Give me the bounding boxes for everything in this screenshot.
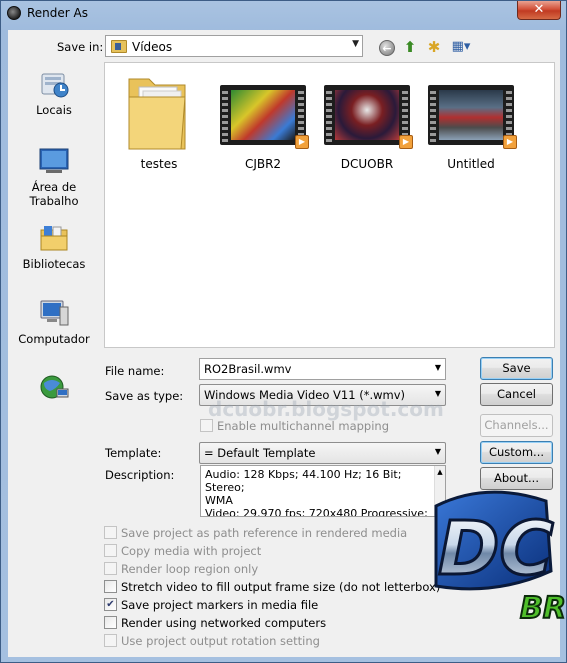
file-list[interactable]: testes ▶ CJBR2 ▶ DCUOBR ▶ Untitled [104, 62, 555, 348]
checkbox-box[interactable] [104, 580, 117, 593]
file-name: testes [140, 157, 178, 171]
place-desktop[interactable]: Área de Trabalho [8, 145, 100, 208]
play-icon: ▶ [503, 135, 517, 149]
video-file-icon: ▶ [217, 73, 309, 149]
option-save-path-reference[interactable]: Save project as path reference in render… [104, 526, 407, 542]
close-button[interactable]: ✕ [517, 1, 561, 20]
videos-folder-icon [111, 40, 127, 53]
place-network[interactable] [8, 372, 100, 407]
save-button[interactable]: Save [480, 357, 553, 380]
title-bar: Render As ✕ [1, 1, 566, 25]
computer-icon [38, 297, 70, 329]
places-bar: Locais Área de Trabalho Bibliotecas Comp… [8, 62, 100, 442]
option-save-markers[interactable]: ✔ Save project markers in media file [104, 598, 318, 614]
new-folder-icon[interactable]: ✱ [425, 38, 443, 56]
checkbox-box[interactable] [200, 419, 213, 432]
checkbox-box[interactable] [104, 526, 117, 539]
chevron-down-icon[interactable]: ▼ [435, 363, 441, 372]
checkbox-box[interactable] [104, 616, 117, 629]
file-item-video[interactable]: ▶ DCUOBR [317, 73, 417, 171]
save-as-type-label: Save as type: [105, 389, 184, 403]
description-label: Description: [105, 468, 175, 482]
video-file-icon: ▶ [425, 73, 517, 149]
play-icon: ▶ [295, 135, 309, 149]
option-networked-render[interactable]: Render using networked computers [104, 616, 326, 632]
option-rotation-setting[interactable]: Use project output rotation setting [104, 634, 320, 650]
render-as-dialog: Render As ✕ Save in: Vídeos ▼ ← ⬆ ✱ ▦▾ L… [0, 0, 567, 663]
file-name: Untitled [447, 157, 495, 171]
checkbox-box[interactable] [104, 634, 117, 647]
video-file-icon: ▶ [321, 73, 413, 149]
save-in-value: Vídeos [132, 40, 173, 54]
file-item-folder[interactable]: testes [109, 73, 209, 171]
option-render-loop[interactable]: Render loop region only [104, 562, 258, 578]
file-name-label: File name: [105, 364, 165, 378]
save-in-label: Save in: [57, 40, 104, 54]
folder-icon [113, 73, 205, 150]
up-folder-icon[interactable]: ⬆ [401, 38, 419, 56]
desktop-icon [38, 145, 70, 177]
checkmark-icon[interactable]: ✔ [104, 598, 117, 611]
libraries-icon [38, 222, 70, 254]
checkbox-box[interactable] [104, 544, 117, 557]
save-in-combo[interactable]: Vídeos ▼ [105, 35, 363, 57]
place-libraries[interactable]: Bibliotecas [8, 222, 100, 271]
recent-places-icon [38, 68, 70, 100]
channels-button[interactable]: Channels... [480, 414, 553, 437]
description-box[interactable]: Audio: 128 Kbps; 44.100 Hz; 16 Bit; Ster… [200, 465, 446, 517]
cancel-button[interactable]: Cancel [480, 383, 553, 406]
network-icon [38, 372, 70, 404]
chevron-down-icon: ▼ [434, 447, 441, 456]
option-stretch-video[interactable]: Stretch video to fill output frame size … [104, 580, 440, 596]
place-recent[interactable]: Locais [8, 68, 100, 117]
option-copy-media[interactable]: Copy media with project [104, 544, 261, 560]
place-computer[interactable]: Computador [8, 297, 100, 346]
file-item-video[interactable]: ▶ CJBR2 [213, 73, 313, 171]
chevron-down-icon: ▼ [352, 39, 359, 49]
blog-watermark: dcuobr.blogspot.com [208, 397, 444, 421]
app-icon [7, 6, 21, 20]
play-icon: ▶ [399, 135, 413, 149]
logo-dc-text: DC [438, 506, 554, 592]
window-title: Render As [27, 6, 88, 20]
dc-br-logo: DC BR [434, 490, 566, 626]
file-name-field[interactable]: RO2Brasil.wmv ▼ [199, 358, 446, 380]
checkbox-box[interactable] [104, 562, 117, 575]
views-menu-icon[interactable]: ▦▾ [449, 38, 473, 56]
custom-button[interactable]: Custom... [480, 441, 553, 464]
logo-br-text: BR [520, 591, 566, 626]
file-item-video[interactable]: ▶ Untitled [421, 73, 521, 171]
template-label: Template: [105, 446, 162, 460]
back-icon[interactable]: ← [379, 40, 395, 56]
file-name: CJBR2 [244, 157, 282, 171]
template-select[interactable]: = Default Template ▼ [199, 442, 446, 464]
multichannel-checkbox[interactable]: Enable multichannel mapping [200, 419, 389, 435]
file-name: DCUOBR [340, 157, 394, 171]
